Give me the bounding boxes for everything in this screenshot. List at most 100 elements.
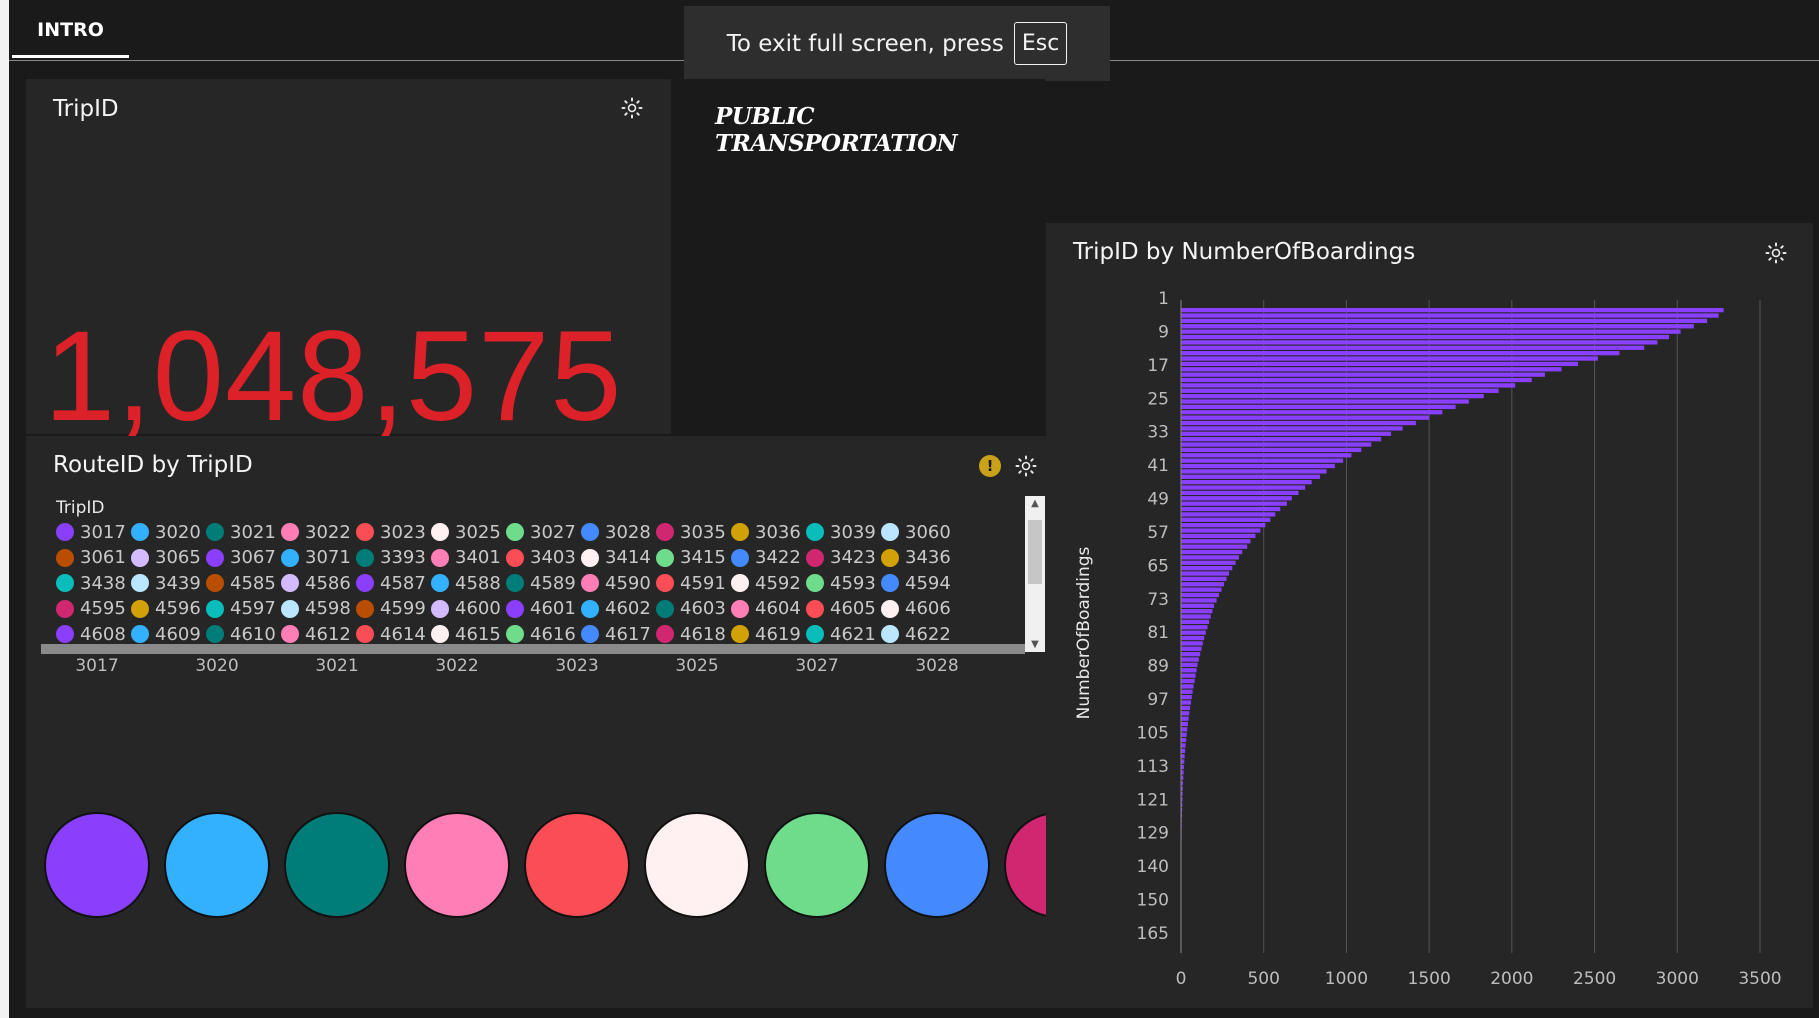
bar[interactable] (1181, 410, 1443, 415)
legend-item[interactable]: 4595 (56, 597, 126, 621)
bar[interactable] (1181, 308, 1724, 313)
bar[interactable] (1181, 528, 1261, 533)
bubble-mark[interactable] (44, 812, 150, 918)
legend-item[interactable]: 4603 (656, 597, 726, 621)
bar[interactable] (1181, 496, 1292, 501)
scroll-down-arrow[interactable]: ▼ (1028, 639, 1042, 650)
bar[interactable] (1181, 576, 1227, 582)
bar[interactable] (1181, 652, 1201, 657)
bar[interactable] (1181, 695, 1192, 700)
bar[interactable] (1181, 399, 1469, 404)
bar[interactable] (1181, 539, 1251, 544)
scroll-thumb[interactable] (1028, 520, 1042, 584)
legend-item[interactable]: 3438 (56, 571, 126, 595)
legend-item[interactable]: 3401 (431, 546, 501, 570)
bar[interactable] (1181, 684, 1194, 689)
legend-item[interactable]: 4587 (356, 571, 426, 595)
legend-item[interactable]: 3422 (731, 546, 801, 570)
bar[interactable] (1181, 587, 1222, 592)
legend-item[interactable]: 3403 (506, 546, 576, 570)
bar[interactable] (1181, 372, 1545, 377)
bar[interactable] (1181, 566, 1233, 571)
bar[interactable] (1181, 426, 1403, 431)
bar[interactable] (1181, 377, 1532, 383)
legend-item[interactable]: 3028 (581, 520, 651, 544)
tab-intro[interactable]: INTRO (12, 0, 129, 58)
bar[interactable] (1181, 334, 1670, 340)
bar[interactable] (1181, 431, 1392, 436)
legend-item[interactable]: 4610 (206, 622, 276, 646)
bar[interactable] (1181, 361, 1579, 367)
bar[interactable] (1181, 329, 1681, 334)
legend-item[interactable]: 3414 (581, 546, 651, 570)
legend-item[interactable]: 4617 (581, 622, 651, 646)
legend-item[interactable]: 4608 (56, 622, 126, 646)
bar[interactable] (1181, 415, 1430, 420)
legend-item[interactable]: 4604 (731, 597, 801, 621)
bar[interactable] (1181, 485, 1306, 490)
legend-item[interactable]: 4586 (281, 571, 351, 595)
warning-icon[interactable]: ! (979, 455, 1001, 477)
bubble-mark[interactable] (404, 812, 510, 918)
bar[interactable] (1181, 673, 1196, 678)
legend-item[interactable]: 4616 (506, 622, 576, 646)
legend-item[interactable]: 3036 (731, 520, 801, 544)
legend-item[interactable]: 3065 (131, 546, 201, 570)
legend-item[interactable]: 4597 (206, 597, 276, 621)
bubble-mark[interactable] (164, 812, 270, 918)
bar[interactable] (1181, 404, 1456, 410)
legend-item[interactable]: 4619 (731, 622, 801, 646)
legend-item[interactable]: 3071 (281, 546, 351, 570)
bar[interactable] (1181, 533, 1256, 539)
bar[interactable] (1181, 641, 1203, 646)
legend-item[interactable]: 3017 (56, 520, 126, 544)
legend-item[interactable]: 3436 (881, 546, 951, 570)
legend-item[interactable]: 3027 (506, 520, 576, 544)
legend-item[interactable]: 4599 (356, 597, 426, 621)
bar[interactable] (1181, 447, 1362, 453)
bar[interactable] (1181, 469, 1327, 474)
legend-item[interactable]: 4612 (281, 622, 351, 646)
bar[interactable] (1181, 340, 1658, 345)
bar[interactable] (1181, 549, 1243, 555)
legend-scrollbar[interactable]: ▲ ▼ (1025, 496, 1045, 652)
bar[interactable] (1181, 592, 1220, 598)
bar[interactable] (1181, 480, 1312, 485)
bar[interactable] (1181, 453, 1352, 458)
legend-item[interactable]: 4592 (731, 571, 801, 595)
bar[interactable] (1181, 318, 1708, 324)
settings-gear-icon[interactable] (620, 96, 644, 120)
bar[interactable] (1181, 716, 1189, 721)
bar[interactable] (1181, 705, 1191, 711)
legend-item[interactable]: 3022 (281, 520, 351, 544)
bar[interactable] (1181, 748, 1186, 754)
legend-item[interactable]: 3393 (356, 546, 426, 570)
bar[interactable] (1181, 678, 1195, 684)
bar[interactable] (1181, 437, 1382, 442)
bar[interactable] (1181, 512, 1276, 517)
bar[interactable] (1181, 668, 1197, 673)
bar[interactable] (1181, 501, 1287, 506)
scroll-up-arrow[interactable]: ▲ (1028, 498, 1042, 509)
legend-item[interactable]: 4596 (131, 597, 201, 621)
legend-item[interactable]: 4593 (806, 571, 876, 595)
legend-item[interactable]: 3439 (131, 571, 201, 595)
bar[interactable] (1181, 700, 1191, 705)
legend-item[interactable]: 4594 (881, 571, 951, 595)
bubble-mark[interactable] (644, 812, 750, 918)
bar[interactable] (1181, 420, 1416, 426)
legend-item[interactable]: 3035 (656, 520, 726, 544)
bar[interactable] (1181, 582, 1225, 587)
bar[interactable] (1181, 657, 1199, 662)
settings-gear-icon[interactable] (1014, 454, 1038, 478)
legend-item[interactable]: 3423 (806, 546, 876, 570)
bar[interactable] (1181, 662, 1198, 668)
legend-item[interactable]: 3060 (881, 520, 951, 544)
trip-by-boardings-widget[interactable]: TripID by NumberOfBoardings 0 500 1000 1500… (1046, 223, 1813, 1008)
legend-item[interactable]: 3067 (206, 546, 276, 570)
bar[interactable] (1181, 635, 1205, 641)
bar[interactable] (1181, 598, 1217, 603)
kpi-widget[interactable]: TripID 1,048,575 (26, 79, 671, 448)
bar[interactable] (1181, 727, 1188, 732)
legend-item[interactable]: 4598 (281, 597, 351, 621)
